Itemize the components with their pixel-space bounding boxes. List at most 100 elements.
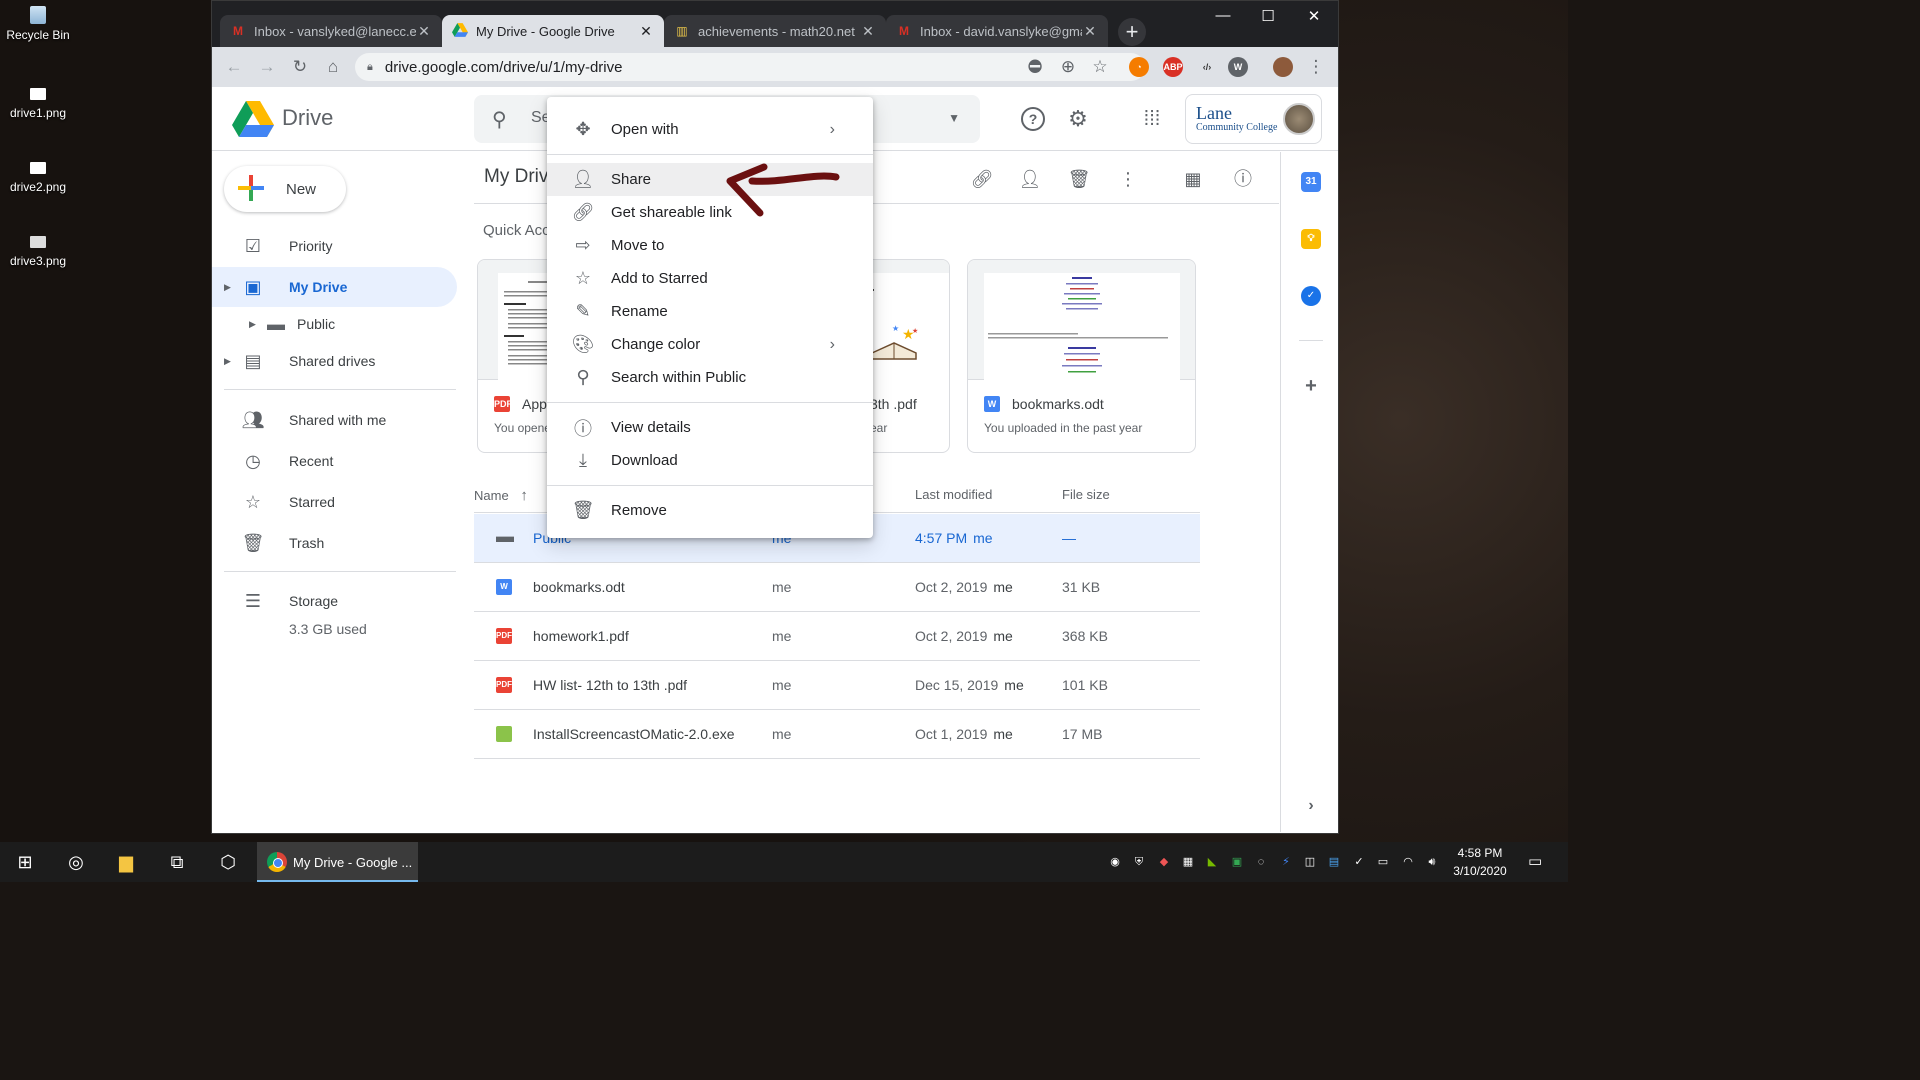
expand-panel-chevron-icon[interactable]: ›	[1301, 796, 1321, 816]
help-icon[interactable]: ?	[1021, 107, 1045, 131]
nvidia-icon[interactable]: ◣	[1205, 855, 1219, 869]
tab-gmail-lanecc[interactable]: M Inbox - vanslyked@lanecc.ed ✕	[220, 15, 442, 47]
sidebar-item-public[interactable]: ▶ ▬ Public	[212, 304, 457, 344]
sidebar-item-shared-drives[interactable]: ▶ ▤ Shared drives	[212, 341, 457, 381]
desktop-file-drive3[interactable]: drive3.png	[0, 236, 76, 268]
tray-icon[interactable]: ◆	[1157, 855, 1171, 869]
recycle-bin-shortcut[interactable]: Recycle Bin	[0, 6, 76, 42]
expand-caret-icon[interactable]: ▶	[249, 319, 256, 330]
column-header-modified[interactable]: Last modified	[915, 487, 992, 502]
more-actions-icon[interactable]: ⋮	[1115, 166, 1141, 192]
expand-caret-icon[interactable]: ▶	[224, 356, 231, 367]
expand-caret-icon[interactable]: ▶	[224, 282, 231, 293]
account-switcher[interactable]: Lane Community College	[1185, 94, 1322, 144]
system-clock[interactable]: 4:58 PM 3/10/2020	[1440, 844, 1520, 880]
reload-button[interactable]: ↻	[289, 56, 311, 78]
forward-button[interactable]: →	[256, 56, 278, 78]
new-button[interactable]: New	[224, 166, 346, 212]
home-button[interactable]: ⌂	[322, 56, 344, 78]
security-shield-icon[interactable]: ⛨	[1132, 855, 1146, 869]
notifications-icon[interactable]: ▭	[1528, 854, 1542, 869]
quick-access-card[interactable]: W bookmarks.odt You uploaded in the past…	[967, 259, 1196, 453]
battery-icon[interactable]: ▭	[1376, 855, 1390, 869]
app-icon[interactable]: ◎	[64, 850, 88, 874]
new-tab-button[interactable]: +	[1118, 18, 1146, 46]
table-row[interactable]: InstallScreencastOMatic-2.0.exe me Oct 1…	[474, 710, 1200, 759]
install-app-icon[interactable]: ⊕	[1057, 56, 1079, 78]
menu-item-download[interactable]: ⤓ Download	[547, 444, 873, 477]
menu-item-add-starred[interactable]: ☆ Add to Starred	[547, 262, 873, 295]
tab-gmail-personal[interactable]: M Inbox - david.vanslyke@gma ✕	[886, 15, 1108, 47]
close-tab-icon[interactable]: ✕	[638, 23, 654, 40]
sidebar-item-starred[interactable]: ☆ Starred	[212, 482, 457, 522]
sidebar-item-priority[interactable]: ☑ Priority	[212, 226, 457, 266]
adblock-plus-icon[interactable]: ABP	[1163, 57, 1183, 77]
tray-icon[interactable]: ▤	[1327, 855, 1341, 869]
extension-code-icon[interactable]: ‹/›	[1197, 57, 1217, 77]
menu-item-search-within[interactable]: ⚲ Search within Public	[547, 361, 873, 394]
tray-icon[interactable]: ◉	[1108, 855, 1122, 869]
close-tab-icon[interactable]: ✕	[416, 23, 432, 40]
sidebar-item-trash[interactable]: 🗑︎ Trash	[212, 523, 457, 563]
tasks-icon[interactable]: ✓	[1301, 286, 1321, 306]
get-link-icon[interactable]: 🔗︎	[969, 166, 995, 192]
tray-icon[interactable]: ⚡	[1279, 855, 1293, 869]
tray-icon[interactable]: ◫	[1303, 855, 1317, 869]
drive-logo-icon[interactable]	[232, 101, 274, 137]
back-button[interactable]: ←	[223, 56, 245, 78]
tray-icon[interactable]: ▦	[1181, 855, 1195, 869]
delete-icon[interactable]: 🗑︎	[1066, 166, 1092, 192]
share-person-add-icon[interactable]: 👤︎	[1017, 166, 1043, 192]
settings-gear-icon[interactable]: ⚙	[1066, 107, 1090, 131]
wifi-icon[interactable]: ◠	[1401, 855, 1415, 869]
menu-item-open-with[interactable]: ✥ Open with ›	[547, 113, 873, 146]
menu-item-rename[interactable]: ✎ Rename	[547, 295, 873, 328]
volume-icon[interactable]: 🔊︎	[1425, 855, 1439, 869]
windows-start-icon[interactable]: ⊞	[13, 850, 37, 874]
sort-ascending-icon[interactable]: ↑	[520, 487, 528, 504]
taskbar-chrome-app[interactable]: My Drive - Google ...	[257, 842, 418, 882]
menu-item-move-to[interactable]: ⇨ Move to	[547, 229, 873, 262]
search-icon[interactable]: ⚲	[492, 107, 507, 132]
tray-icon[interactable]: ✓	[1352, 855, 1366, 869]
sidebar-item-recent[interactable]: ◷ Recent	[212, 441, 457, 481]
sidebar-item-storage[interactable]: ☰ Storage	[212, 581, 457, 621]
grid-view-icon[interactable]: ▦	[1180, 166, 1206, 192]
column-header-name[interactable]: Name ↑	[474, 487, 528, 504]
table-row[interactable]: PDF HW list- 12th to 13th .pdf me Dec 15…	[474, 661, 1200, 710]
cookie-blocked-icon[interactable]: ⛔︎	[1024, 56, 1046, 78]
table-row[interactable]: PDF homework1.pdf me Oct 2, 2019 me 368 K…	[474, 612, 1200, 661]
add-addon-icon[interactable]: +	[1301, 376, 1321, 396]
devices-icon[interactable]: ⧉	[165, 850, 189, 874]
sidebar-item-shared-with-me[interactable]: 👥︎ Shared with me	[212, 400, 457, 440]
table-row[interactable]: W bookmarks.odt me Oct 2, 2019 me 31 KB	[474, 563, 1200, 612]
column-header-size[interactable]: File size	[1062, 487, 1110, 502]
close-tab-icon[interactable]: ✕	[1082, 23, 1098, 40]
menu-item-change-color[interactable]: 🎨︎ Change color ›	[547, 328, 873, 361]
close-window-button[interactable]: ✕	[1291, 7, 1337, 25]
app-hexagon-icon[interactable]: ⬡	[216, 850, 240, 874]
tray-icon[interactable]: ◌	[1254, 855, 1268, 869]
chrome-menu-icon[interactable]: ⋮	[1305, 56, 1327, 78]
bookmark-star-icon[interactable]: ☆	[1089, 56, 1111, 78]
desktop-file-drive2[interactable]: drive2.png	[0, 162, 76, 194]
menu-item-remove[interactable]: 🗑︎ Remove	[547, 494, 873, 527]
search-options-icon[interactable]: ▼	[948, 111, 960, 125]
calendar-icon[interactable]: 31	[1301, 172, 1321, 192]
sidebar-item-my-drive[interactable]: ▶ ▣ My Drive	[212, 267, 457, 307]
profile-avatar[interactable]	[1273, 57, 1293, 77]
extension-w-icon[interactable]: W	[1228, 57, 1248, 77]
minimize-button[interactable]: —	[1200, 7, 1246, 24]
menu-item-view-details[interactable]: ⓘ View details	[547, 411, 873, 444]
info-icon[interactable]: ⓘ	[1230, 166, 1256, 192]
apps-grid-icon[interactable]: ⁞⁞⁞	[1140, 107, 1164, 131]
close-tab-icon[interactable]: ✕	[860, 23, 876, 40]
file-explorer-icon[interactable]: ▆	[114, 850, 138, 874]
keep-icon[interactable]: 💡︎	[1301, 229, 1321, 249]
desktop-file-drive1[interactable]: drive1.png	[0, 88, 76, 120]
tab-math20[interactable]: ▥ achievements - math20.net ✕	[664, 15, 886, 47]
maximize-button[interactable]: ☐	[1245, 7, 1291, 25]
tray-icon[interactable]: ▣	[1230, 855, 1244, 869]
tab-google-drive[interactable]: My Drive - Google Drive ✕	[442, 15, 664, 47]
extension-icon[interactable]: ◔	[1129, 57, 1149, 77]
